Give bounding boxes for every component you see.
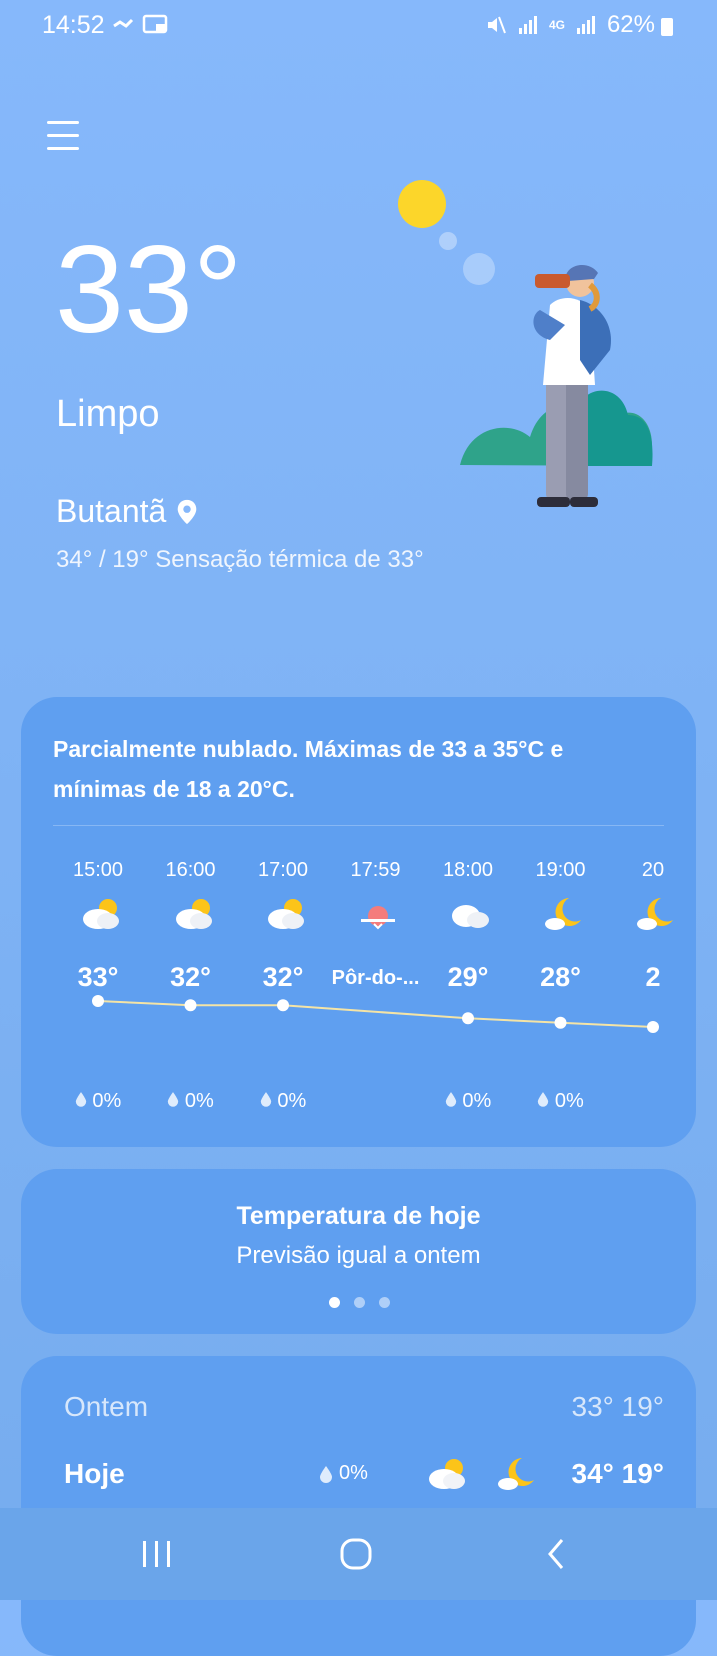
page-indicator	[329, 1297, 390, 1308]
raindrop-icon	[320, 1465, 332, 1483]
hour-time: 18:00	[442, 859, 494, 881]
hour-time: 17:59	[350, 859, 401, 881]
rain-chance: 0%	[319, 1462, 368, 1485]
day-label: Ontem	[64, 1391, 149, 1422]
signal-icon	[518, 16, 537, 34]
status-time: 14:52	[42, 11, 105, 39]
hour-rain-chance: 0%	[418, 1090, 518, 1113]
page-dot	[354, 1297, 365, 1308]
hour-rain-chance: 0%	[141, 1090, 241, 1113]
page-dot-active	[329, 1297, 340, 1308]
hour-rain-chance: 0%	[511, 1090, 611, 1113]
raindrop-icon	[168, 1092, 179, 1107]
min-max-feels-like: 34° / 19° Sensação térmica de 33°	[56, 546, 424, 573]
current-temperature: 33°	[55, 221, 243, 359]
navigation-bar	[0, 1508, 717, 1600]
hour-rain-chance: 0%	[48, 1090, 148, 1113]
notification-icons	[110, 12, 170, 42]
hour-time: 19:00	[535, 859, 586, 881]
page-dot	[379, 1297, 390, 1308]
hour-time: 15:00	[72, 859, 124, 881]
hour-temperature: 2	[645, 962, 661, 992]
temperature-point	[647, 1021, 659, 1033]
raindrop-icon	[538, 1092, 549, 1107]
mute-icon	[487, 16, 506, 34]
menu-icon	[47, 121, 79, 124]
hour-time: 16:00	[165, 859, 216, 881]
hour-rain-chance: 0%	[233, 1090, 333, 1113]
menu-button[interactable]	[47, 121, 79, 151]
day-temps: 34° 19°	[571, 1458, 664, 1489]
night-cloudy-icon	[544, 898, 581, 930]
hourly-forecast-list[interactable]: 15:00 33° 0% 16:00 32° 0% 17:00 32° 0% 17:59 Pô…	[21, 697, 696, 1147]
day-label: Hoje	[64, 1458, 125, 1489]
day-temps: 33° 19°	[571, 1391, 664, 1422]
partly-cloudy-icon	[175, 899, 212, 929]
night-cloudy-icon	[498, 1458, 534, 1490]
temperature-line	[97, 1000, 654, 1028]
hour-temperature: 32°	[170, 962, 211, 992]
sunset-icon	[360, 906, 395, 930]
temperature-point	[92, 995, 104, 1007]
raindrop-icon	[260, 1092, 271, 1107]
raindrop-icon	[75, 1092, 86, 1107]
battery-percent: 62%	[606, 11, 655, 38]
partly-cloudy-icon	[83, 899, 119, 929]
hour-time: 20	[641, 859, 665, 881]
temperature-point	[184, 999, 197, 1012]
location-pin-icon	[178, 499, 197, 524]
battery-icon	[661, 18, 673, 36]
status-bar: 14:52 4G 62%	[0, 0, 717, 50]
home-button[interactable]	[338, 1536, 378, 1572]
hour-temperature: 33°	[77, 962, 119, 992]
today-card-title: Temperatura de hoje	[236, 1202, 481, 1230]
hour-time: 17:00	[257, 859, 309, 881]
hour-temperature: 32°	[262, 962, 304, 992]
back-button[interactable]	[540, 1536, 580, 1572]
network-type: 4G	[548, 18, 565, 32]
hour-temperature: 29°	[447, 962, 489, 992]
temperature-point	[462, 1012, 474, 1025]
temperature-point	[277, 999, 289, 1012]
night-cloudy-icon	[637, 898, 673, 930]
location-name: Butantã	[56, 493, 167, 529]
partly-cloudy-icon	[268, 899, 304, 929]
partly-cloudy-icon	[429, 1459, 465, 1489]
signal-icon	[576, 16, 595, 34]
recent-apps-button[interactable]	[137, 1536, 177, 1572]
today-temperature-card[interactable]: Temperatura de hoje Previsão igual a ont…	[21, 1169, 696, 1334]
daily-forecast-card[interactable]: Ontem 33° 19° Hoje 0% 34° 19°	[21, 1356, 696, 1656]
hour-temperature: Pôr-do-...	[331, 967, 420, 989]
cloudy-icon	[452, 905, 489, 928]
person-with-binoculars-illustration	[398, 180, 653, 507]
location[interactable]: Butantã	[56, 493, 198, 530]
raindrop-icon	[445, 1092, 456, 1107]
temperature-point	[554, 1016, 567, 1029]
hour-temperature: 28°	[540, 962, 581, 992]
today-card-subtitle: Previsão igual a ontem	[236, 1242, 481, 1269]
notification-icon	[113, 14, 168, 34]
hourly-forecast-card[interactable]: Parcialmente nublado. Máximas de 33 a 35…	[21, 697, 696, 1147]
current-condition: Limpo	[56, 393, 160, 435]
status-right: 4G 62%	[485, 11, 655, 39]
